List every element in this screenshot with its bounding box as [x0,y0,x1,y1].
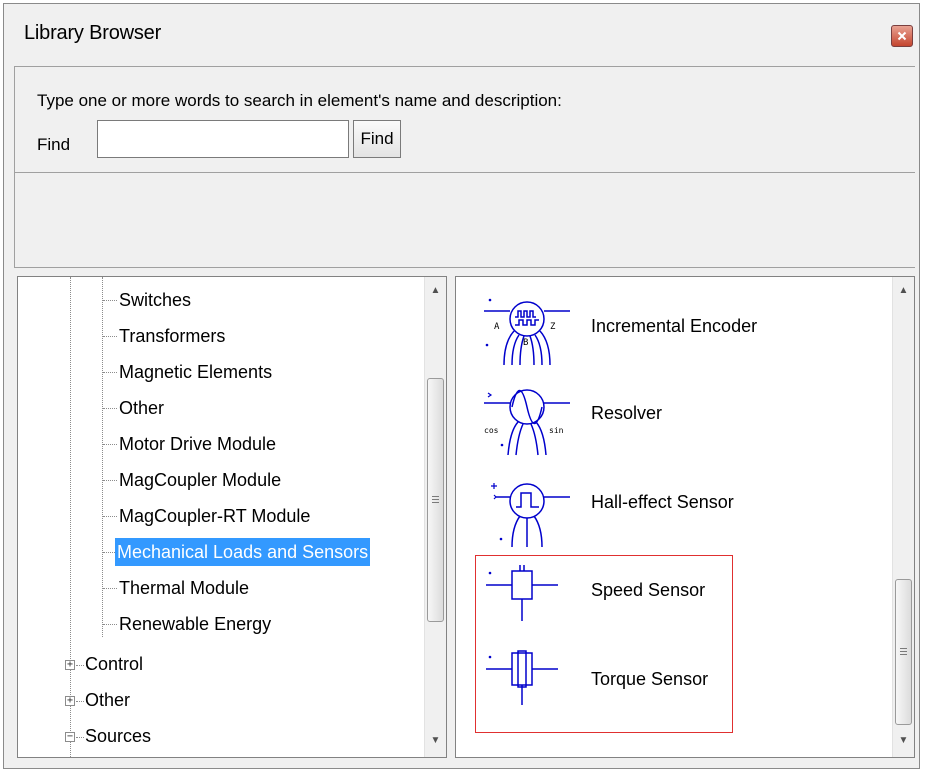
description-panel [14,172,915,268]
tree-connector [76,701,84,702]
tree-guide-line [70,277,71,757]
tree-connector [103,408,117,409]
close-icon [897,31,907,41]
find-label: Find [37,135,71,154]
tree-connector [103,588,117,589]
expand-icon[interactable]: + [65,696,75,706]
element-label-resolver[interactable]: Resolver [591,403,662,424]
scroll-up-icon[interactable]: ▲ [893,279,914,301]
highlight-annotation [475,555,733,733]
tree-item-transformers[interactable]: Transformers [119,322,225,350]
svg-text:A: A [494,322,500,332]
tree-item-magcoupler-rt-module[interactable]: MagCoupler-RT Module [119,502,310,530]
scroll-down-icon[interactable]: ▼ [425,729,446,751]
tree-guide-line [102,277,103,637]
close-button[interactable] [891,25,913,47]
tree-connector [103,372,117,373]
tree-item-magcoupler-module[interactable]: MagCoupler Module [119,466,281,494]
window-title: Library Browser [24,22,162,44]
find-input[interactable] [97,120,349,158]
element-list[interactable]: A B Z Incremental Encoder cos sin Resolv… [455,276,915,758]
tree-connector [103,336,117,337]
expand-icon[interactable]: + [65,660,75,670]
tree-item-renewable-energy[interactable]: Renewable Energy [119,610,271,638]
tree-connector [103,624,117,625]
tree-connector [76,665,84,666]
find-button[interactable]: Find [353,120,401,158]
svg-text:sin: sin [549,426,564,435]
hall-effect-sensor-icon[interactable] [482,467,572,549]
tree-connector [103,516,117,517]
tree-group-sources[interactable]: Sources [85,722,151,750]
element-label-incremental-encoder[interactable]: Incremental Encoder [591,316,757,337]
tree-item-thermal-module[interactable]: Thermal Module [119,574,249,602]
element-list-scrollbar[interactable]: ▲ ▼ [892,277,914,757]
tree-connector [103,300,117,301]
tree-connector [103,444,117,445]
tree-connector [103,480,117,481]
tree-scrollbar[interactable]: ▲ ▼ [424,277,446,757]
tree-item-motor-drive-module[interactable]: Motor Drive Module [119,430,276,458]
tree-group-control[interactable]: Control [85,650,143,678]
tree-item-switches[interactable]: Switches [119,286,191,314]
search-panel: Type one or more words to search in elem… [14,66,915,172]
tree-item-magnetic-elements[interactable]: Magnetic Elements [119,358,272,386]
collapse-icon[interactable]: − [65,732,75,742]
scroll-down-icon[interactable]: ▼ [893,729,914,751]
scroll-up-icon[interactable]: ▲ [425,279,446,301]
scroll-thumb[interactable] [895,579,912,725]
incremental-encoder-icon[interactable]: A B Z [482,287,572,367]
library-tree[interactable]: Switches Transformers Magnetic Elements … [17,276,447,758]
search-hint: Type one or more words to search in elem… [37,91,562,110]
svg-text:B: B [523,338,528,348]
scroll-thumb[interactable] [427,378,444,622]
svg-text:Z: Z [550,322,556,332]
resolver-icon[interactable]: cos sin [482,375,572,457]
tree-connector [76,737,84,738]
tree-group-other[interactable]: Other [85,686,130,714]
title-bar[interactable]: Library Browser [4,4,919,70]
svg-text:cos: cos [484,426,499,435]
tree-item-other[interactable]: Other [119,394,164,422]
tree-item-mechanical-loads-and-sensors[interactable]: Mechanical Loads and Sensors [115,538,371,566]
element-label-hall-effect-sensor[interactable]: Hall-effect Sensor [591,492,734,513]
